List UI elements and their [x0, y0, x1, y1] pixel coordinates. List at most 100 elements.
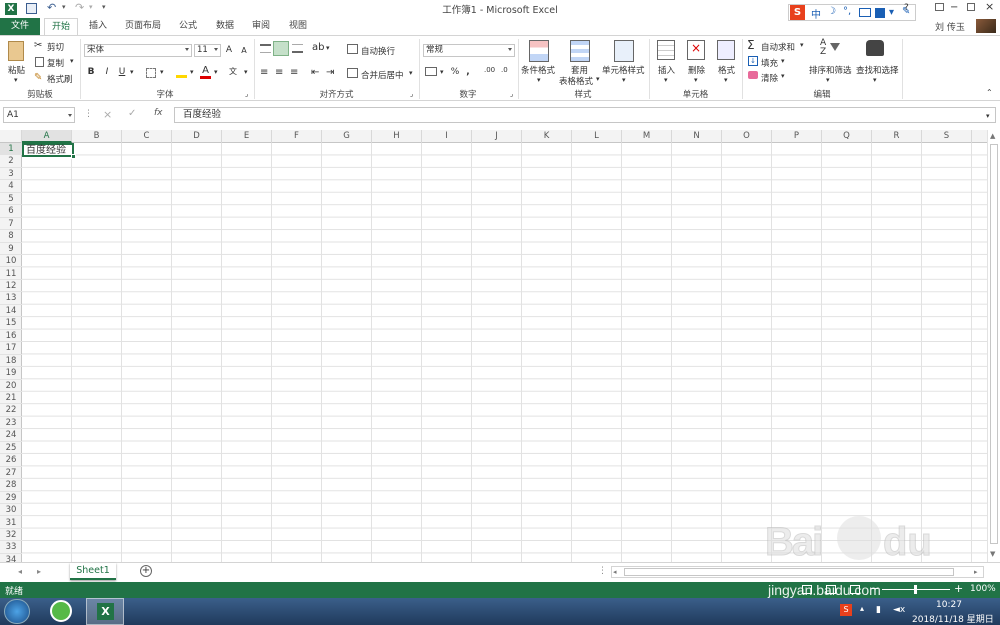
- zoom-level[interactable]: 100%: [970, 584, 996, 594]
- wrap-text-button[interactable]: 自动换行: [361, 45, 395, 57]
- paste-dropdown-icon[interactable]: ▾: [14, 76, 18, 84]
- zoom-slider-thumb[interactable]: [914, 585, 917, 594]
- clock-date[interactable]: 2018/11/18 星期日: [912, 612, 994, 625]
- fill-color-dropdown-icon[interactable]: ▾: [190, 68, 194, 76]
- insert-function-button[interactable]: fx: [154, 108, 163, 118]
- row-header[interactable]: 23: [0, 417, 22, 430]
- column-header[interactable]: P: [772, 130, 822, 143]
- shirt-icon[interactable]: ▾: [889, 7, 894, 18]
- row-header[interactable]: 6: [0, 205, 22, 218]
- column-header[interactable]: S: [922, 130, 972, 143]
- clear-icon[interactable]: [748, 71, 758, 79]
- copy-icon[interactable]: [35, 57, 44, 67]
- minimize-icon[interactable]: −: [950, 2, 958, 13]
- align-left-icon[interactable]: ≡: [260, 67, 268, 78]
- row-header[interactable]: 34: [0, 554, 22, 562]
- align-top-icon[interactable]: [260, 44, 271, 53]
- row-header[interactable]: 2: [0, 155, 22, 168]
- column-header[interactable]: H: [372, 130, 422, 143]
- insert-cells-button[interactable]: 插入: [658, 64, 675, 76]
- name-box[interactable]: A1: [3, 107, 75, 123]
- delete-cells-icon[interactable]: ×: [687, 40, 705, 60]
- clear-button[interactable]: 清除: [761, 72, 778, 84]
- clock-time[interactable]: 10:27: [936, 600, 962, 610]
- tab-formulas[interactable]: 公式: [170, 18, 206, 35]
- conditional-format-button[interactable]: 条件格式: [521, 64, 555, 76]
- row-header[interactable]: 3: [0, 168, 22, 181]
- row-header[interactable]: 1: [0, 143, 22, 156]
- column-header[interactable]: D: [172, 130, 222, 143]
- borders-dropdown-icon[interactable]: ▾: [160, 68, 164, 76]
- wrap-text-icon[interactable]: [347, 44, 358, 54]
- windows-start-icon[interactable]: [4, 599, 30, 624]
- keyboard-icon[interactable]: [859, 8, 871, 17]
- tab-view[interactable]: 视图: [280, 18, 316, 35]
- copy-button[interactable]: 复制: [47, 57, 64, 69]
- row-header[interactable]: 26: [0, 454, 22, 467]
- column-header[interactable]: O: [722, 130, 772, 143]
- row-header[interactable]: 4: [0, 180, 22, 193]
- restore-icon[interactable]: [967, 3, 975, 11]
- decrease-indent-icon[interactable]: ⇤: [311, 67, 319, 78]
- fill-icon[interactable]: ↓: [748, 56, 758, 66]
- find-select-icon[interactable]: [866, 40, 884, 56]
- column-header[interactable]: G: [322, 130, 372, 143]
- paste-icon[interactable]: [8, 41, 24, 61]
- merge-center-button[interactable]: 合并后居中: [361, 69, 404, 81]
- font-color-icon[interactable]: A: [200, 65, 211, 79]
- row-header[interactable]: 21: [0, 392, 22, 405]
- volume-icon[interactable]: ◄x: [893, 605, 905, 615]
- row-header[interactable]: 11: [0, 268, 22, 280]
- clear-dropdown-icon[interactable]: ▾: [781, 72, 785, 80]
- insert-dropdown-icon[interactable]: ▾: [664, 76, 668, 84]
- row-header[interactable]: 24: [0, 429, 22, 442]
- redo-icon[interactable]: ↷: [75, 1, 84, 14]
- tab-home[interactable]: 开始: [44, 18, 78, 36]
- row-header[interactable]: 32: [0, 529, 22, 542]
- orientation-dropdown-icon[interactable]: ▾: [326, 44, 330, 52]
- scroll-up-icon[interactable]: ▲: [990, 132, 995, 140]
- next-sheet-icon[interactable]: ▸: [37, 567, 41, 576]
- align-center-icon[interactable]: ≡: [275, 67, 283, 78]
- align-middle-icon[interactable]: [273, 41, 289, 56]
- decrease-font-icon[interactable]: A: [238, 45, 250, 57]
- cells-area[interactable]: [22, 143, 987, 562]
- autosum-dropdown-icon[interactable]: ▾: [800, 41, 804, 49]
- sogou-tray-icon[interactable]: S: [840, 604, 852, 616]
- format-painter-icon[interactable]: ✎: [34, 72, 42, 83]
- paste-button[interactable]: 粘贴: [8, 64, 25, 76]
- row-header[interactable]: 13: [0, 292, 22, 305]
- alignment-dialog-launcher-icon[interactable]: ⌟: [410, 90, 413, 98]
- sheet-tab-sheet1[interactable]: Sheet1: [70, 563, 116, 580]
- row-header[interactable]: 29: [0, 492, 22, 505]
- collapse-ribbon-icon[interactable]: ⌃: [986, 88, 993, 97]
- row-header[interactable]: 15: [0, 317, 22, 330]
- excel-taskbar-icon[interactable]: X: [86, 598, 124, 625]
- vertical-scrollbar[interactable]: ▲ ▼: [987, 130, 1000, 562]
- ribbon-display-icon[interactable]: [935, 3, 944, 11]
- format-as-table-dropdown-icon[interactable]: ▾: [596, 75, 600, 83]
- row-header[interactable]: 20: [0, 380, 22, 392]
- row-header[interactable]: 9: [0, 243, 22, 256]
- column-header[interactable]: J: [472, 130, 522, 143]
- network-icon[interactable]: ▮: [876, 605, 881, 615]
- column-header[interactable]: E: [222, 130, 272, 143]
- column-header[interactable]: A: [22, 130, 72, 143]
- row-header[interactable]: 12: [0, 280, 22, 293]
- delete-cells-button[interactable]: 删除: [688, 64, 705, 76]
- tab-insert[interactable]: 插入: [80, 18, 116, 35]
- row-header[interactable]: 30: [0, 504, 22, 517]
- row-header[interactable]: 22: [0, 404, 22, 417]
- sort-filter-button[interactable]: 排序和筛选: [809, 64, 852, 76]
- row-header[interactable]: 10: [0, 255, 22, 268]
- expand-formula-icon[interactable]: ▾: [986, 112, 990, 120]
- skin-icon[interactable]: [875, 8, 885, 18]
- column-header[interactable]: F: [272, 130, 322, 143]
- fill-button[interactable]: 填充: [761, 57, 778, 69]
- format-cells-icon[interactable]: [717, 40, 735, 60]
- row-header[interactable]: 5: [0, 193, 22, 206]
- add-sheet-icon[interactable]: +: [140, 565, 152, 577]
- fill-color-icon[interactable]: [176, 67, 187, 78]
- format-cells-button[interactable]: 格式: [718, 64, 735, 76]
- cell-styles-button[interactable]: 单元格样式: [602, 64, 645, 76]
